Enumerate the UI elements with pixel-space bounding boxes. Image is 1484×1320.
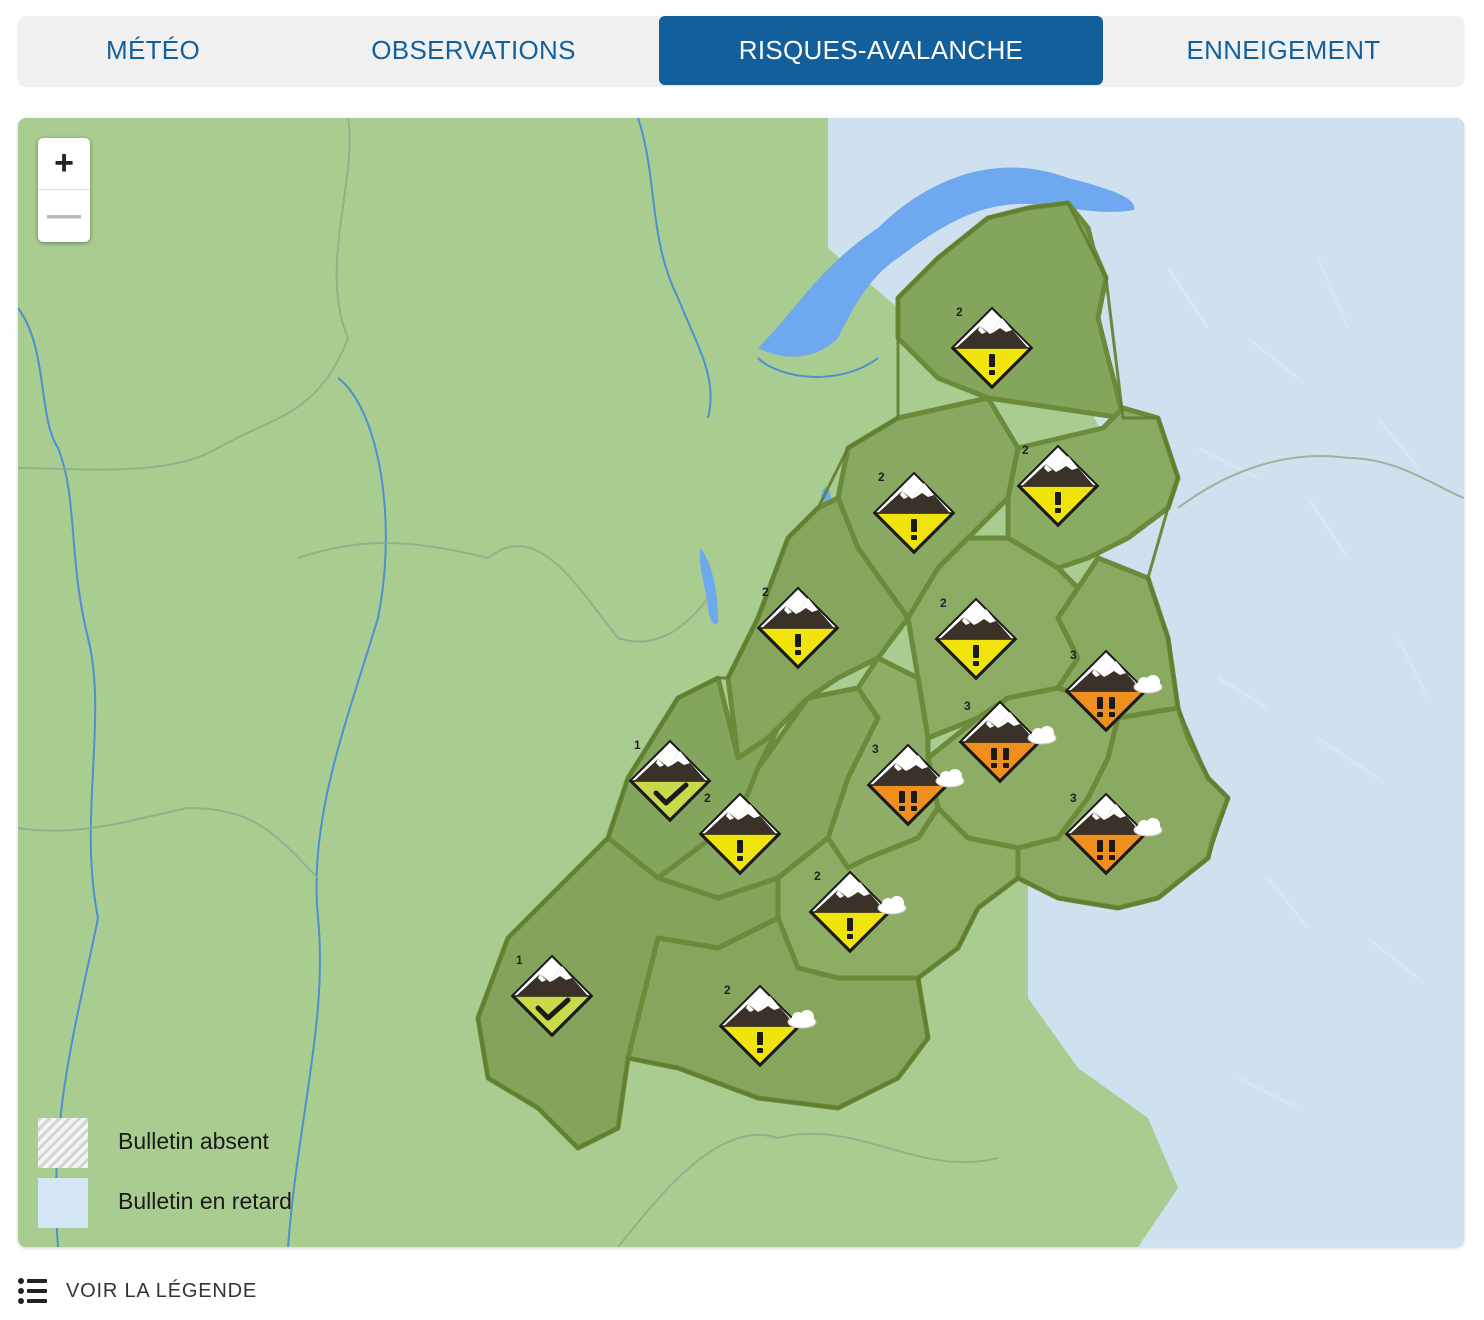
tab-observations[interactable]: OBSERVATIONS — [288, 16, 659, 85]
risk-level-number: 1 — [516, 953, 523, 967]
late-swatch — [38, 1178, 88, 1228]
tab-meteo[interactable]: MÉTÉO — [18, 16, 288, 85]
exclamation-icon — [847, 918, 853, 939]
voir-legende-link[interactable]: VOIR LA LÉGENDE — [18, 1275, 257, 1307]
risk-level-number: 2 — [878, 470, 885, 484]
risk-level-number: 3 — [964, 699, 971, 713]
hatch-swatch — [38, 1118, 88, 1168]
exclamation-icon — [911, 519, 917, 540]
exclamation-icon — [989, 354, 995, 375]
zoom-in-button[interactable]: + — [38, 138, 90, 189]
risk-level-number: 3 — [1070, 648, 1077, 662]
risk-level-number: 3 — [1070, 791, 1077, 805]
tab-risques-avalanche[interactable]: RISQUES-AVALANCHE — [659, 16, 1103, 85]
tab-enneigement[interactable]: ENNEIGEMENT — [1103, 16, 1464, 85]
risk-level-number: 2 — [956, 305, 963, 319]
legend-late-label: Bulletin en retard — [118, 1188, 292, 1214]
tab-bar: MÉTÉO OBSERVATIONS RISQUES-AVALANCHE ENN… — [18, 16, 1464, 85]
risk-level-number: 2 — [704, 791, 711, 805]
risk-level-number: 2 — [814, 869, 821, 883]
exclamation-icon — [757, 1032, 763, 1053]
zoom-out-button[interactable]: — — [38, 189, 90, 241]
risk-level-number: 1 — [634, 738, 641, 752]
map-canvas[interactable]: 2 2 2 2 2 3 3 1 2 3 3 2 1 2 — [18, 118, 1464, 1247]
avalanche-risk-map[interactable]: 2 2 2 2 2 3 3 1 2 3 3 2 1 2 + — Bulletin absent Bulle… — [18, 118, 1464, 1247]
legend-absent-label: Bulletin absent — [118, 1128, 269, 1154]
exclamation-icon — [1055, 492, 1061, 513]
risk-level-number: 3 — [872, 742, 879, 756]
exclamation-icon — [973, 645, 979, 666]
list-icon — [18, 1278, 47, 1304]
risk-level-number: 2 — [762, 585, 769, 599]
risk-level-number: 2 — [1022, 443, 1029, 457]
voir-legende-label: VOIR LA LÉGENDE — [66, 1279, 257, 1302]
risk-level-number: 2 — [724, 983, 731, 997]
exclamation-icon — [795, 634, 801, 655]
exclamation-icon — [737, 840, 743, 861]
zoom-control: + — — [38, 138, 90, 242]
risk-level-number: 2 — [940, 596, 947, 610]
